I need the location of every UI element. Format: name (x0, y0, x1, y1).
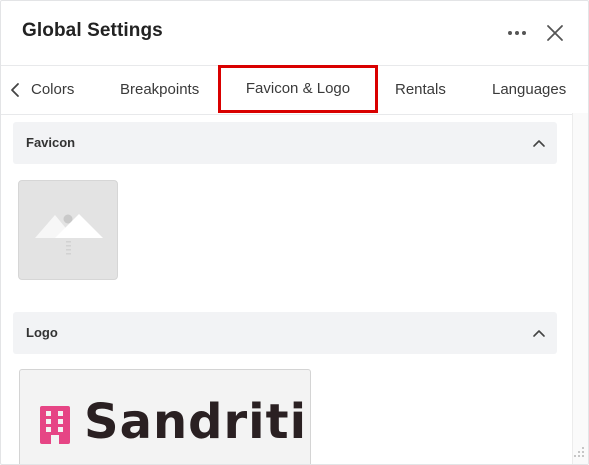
global-settings-panel: Global Settings Colors Breakpoints Favic… (0, 0, 589, 465)
settings-tab-bar: Colors Breakpoints Favicon & Logo Rental… (1, 65, 588, 115)
panel-header: Global Settings (1, 1, 588, 65)
tab-languages[interactable]: Languages (492, 66, 566, 114)
image-placeholder-icon (35, 214, 103, 255)
logo-image-upload[interactable]: Sandriti (19, 369, 311, 464)
logo-section-title: Logo (26, 325, 58, 340)
logo-brand-text: Sandriti (84, 394, 308, 450)
tab-rentals[interactable]: Rentals (395, 66, 446, 114)
building-icon (38, 404, 72, 446)
close-icon[interactable] (543, 21, 567, 45)
tab-favicon-logo[interactable]: Favicon & Logo (218, 65, 378, 113)
favicon-image-upload[interactable] (18, 180, 118, 280)
panel-title: Global Settings (22, 20, 163, 41)
tab-content: Favicon Logo Sandriti (1, 113, 572, 464)
resize-grip-icon[interactable] (570, 444, 586, 460)
ellipsis-horizontal-icon[interactable] (505, 23, 529, 43)
favicon-section-header[interactable]: Favicon (13, 122, 557, 164)
chevron-up-icon[interactable] (532, 136, 546, 150)
chevron-up-icon[interactable] (532, 326, 546, 340)
logo-section-header[interactable]: Logo (13, 312, 557, 354)
favicon-section-title: Favicon (26, 135, 76, 150)
tab-breakpoints[interactable]: Breakpoints (120, 66, 199, 114)
content-scrollbar[interactable] (572, 113, 588, 464)
chevron-left-icon[interactable] (9, 81, 23, 99)
tab-colors[interactable]: Colors (31, 66, 74, 114)
